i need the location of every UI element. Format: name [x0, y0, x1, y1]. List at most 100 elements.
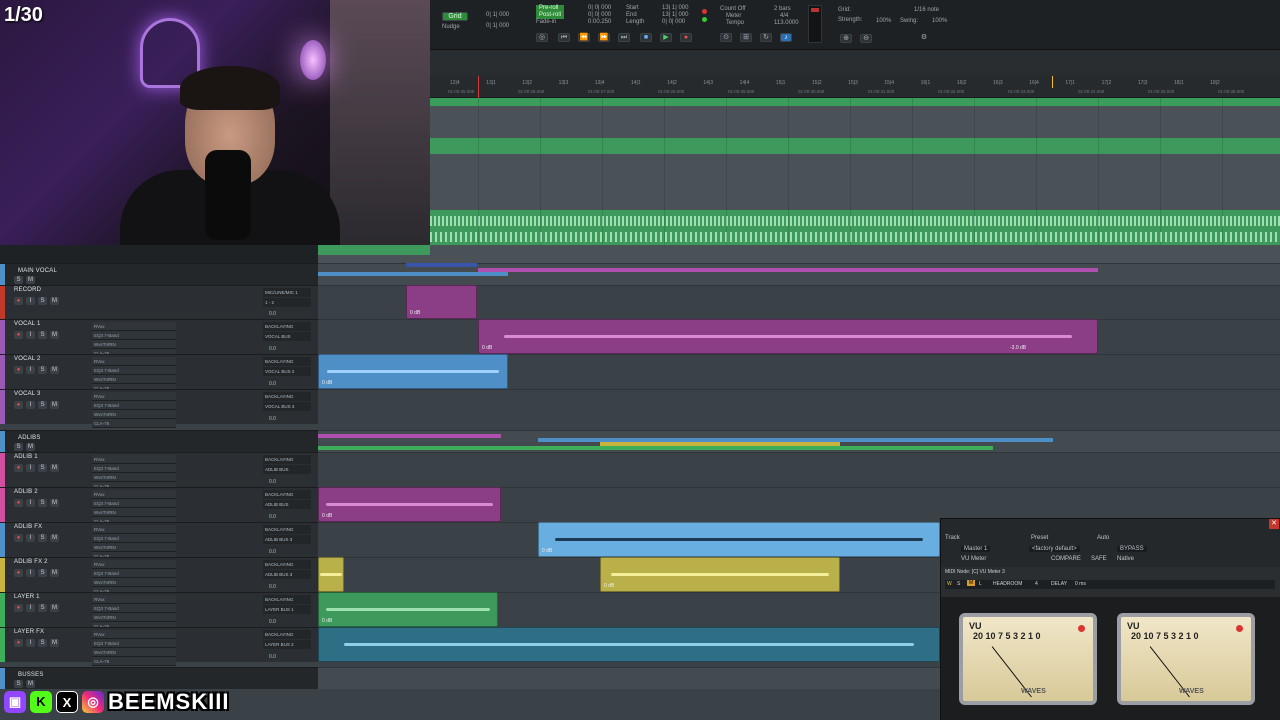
output-selector[interactable]: LAYER BUS 2	[263, 640, 311, 649]
strength-value[interactable]: 100%	[876, 18, 891, 25]
insert-slot[interactable]: EQ3 7-Band	[92, 569, 176, 578]
preroll-value[interactable]: 0| 0| 000	[588, 5, 611, 12]
output-selector[interactable]: LAYER BUS 1	[263, 605, 311, 614]
output-selector[interactable]: VOCAL BUS 2	[263, 367, 311, 376]
solo-button[interactable]: S	[38, 464, 47, 472]
insert-slot[interactable]: RVox	[92, 392, 176, 401]
input-monitor-button[interactable]: I	[26, 464, 35, 472]
end-value[interactable]: 13| 1| 000	[662, 12, 688, 19]
output-selector[interactable]: ADLIB BUS 3	[263, 570, 311, 579]
volume-value[interactable]: 0.0	[269, 311, 276, 317]
insert-slot[interactable]: CLA-76	[92, 657, 176, 666]
mute-button[interactable]: M	[50, 366, 59, 374]
track-name[interactable]: LAYER 1	[14, 594, 40, 600]
vocal-1-end-gain[interactable]: -3.0 dB	[1010, 345, 1026, 351]
track-header[interactable]: VOCAL 2 ●ISM RVoxEQ3 7-BandWvsTnRtNCLA-76 B…	[0, 354, 318, 393]
metronome-icon[interactable]: ♪	[780, 33, 792, 42]
record-enable-button[interactable]: ●	[14, 534, 23, 542]
track-header[interactable]: VOCAL 1 ●ISM RVoxEQ3 7-BandWvsTnRtNCLA-76 B…	[0, 319, 318, 358]
length-value[interactable]: 0| 0| 000	[662, 19, 688, 26]
track-header[interactable]: LAYER FX ● I S M RVox EQ3 7-Band WvsTnRtN CLA-76…	[0, 627, 318, 666]
online-button[interactable]: ◎	[536, 33, 548, 42]
record-enable-button[interactable]: ●	[14, 366, 23, 374]
input-selector[interactable]: MIC/LINE/MIC 1	[263, 288, 311, 297]
folder-solo-button[interactable]: S	[14, 443, 23, 451]
insert-slot[interactable]: EQ3 7-Band	[92, 464, 176, 473]
insert-slot[interactable]: WvsTnRtN	[92, 648, 176, 657]
volume-value[interactable]: 0.0	[269, 416, 276, 422]
track-header[interactable]: ADLIB FX ●ISM RVoxEQ3 7-BandWvsTnRtNCLA-76…	[0, 522, 318, 561]
input-selector[interactable]: BACKLAYING	[263, 490, 311, 499]
record-enable-button[interactable]: ●	[14, 464, 23, 472]
fast-forward-icon[interactable]: ⏩	[598, 33, 610, 42]
insert-slot[interactable]: WvsTnRtN	[92, 473, 176, 482]
mute-button[interactable]: M	[50, 499, 59, 507]
solo-button[interactable]: S	[38, 401, 47, 409]
record-enable-button[interactable]: ●	[14, 401, 23, 409]
input-monitor-button[interactable]: I	[26, 366, 35, 374]
plugin-track-select[interactable]: Master 1	[961, 546, 991, 552]
grid-button[interactable]: Grid	[442, 12, 468, 21]
headroom-value[interactable]: 4	[1035, 581, 1038, 587]
input-selector[interactable]: BACKLAYING	[263, 322, 311, 331]
mute-button[interactable]: M	[50, 401, 59, 409]
layer-1-clip[interactable]: 0 dB	[318, 592, 498, 627]
track-header[interactable]: BUSSES S M	[0, 667, 318, 689]
track-name[interactable]: BUSSES	[18, 672, 44, 678]
input-selector[interactable]: BACKLAYING	[263, 525, 311, 534]
track-lane[interactable]	[318, 389, 1280, 424]
mute-button[interactable]: M	[50, 464, 59, 472]
insert-slot[interactable]: EQ3 7-Band	[92, 401, 176, 410]
input-monitor-button[interactable]: I	[26, 297, 35, 305]
solo-button[interactable]: S	[38, 331, 47, 339]
settings-gear-icon[interactable]: ⚙	[918, 34, 930, 43]
insert-slot[interactable]: WvsTnRtN	[92, 410, 176, 419]
input-monitor-button[interactable]: I	[26, 569, 35, 577]
input-selector[interactable]: BACKLAYING	[263, 560, 311, 569]
compare-button[interactable]: COMPARE	[1051, 556, 1081, 562]
solo-button[interactable]: S	[38, 366, 47, 374]
delay-value[interactable]: 0 ms	[1075, 581, 1086, 587]
plugin-insert-select[interactable]: VU Meter	[961, 556, 986, 562]
volume-value[interactable]: 0.0	[269, 654, 276, 660]
postroll-button[interactable]: Post-roll	[536, 12, 565, 19]
track-name[interactable]: VOCAL 3	[14, 391, 41, 397]
folder-mute-button[interactable]: M	[26, 443, 35, 451]
link-button[interactable]: L	[979, 581, 982, 587]
solo-button[interactable]: S	[38, 499, 47, 507]
insert-slot[interactable]: WvsTnRtN	[92, 543, 176, 552]
insert-slot[interactable]: WvsTnRtN	[92, 578, 176, 587]
insert-slot[interactable]: WvsTnRtN	[92, 508, 176, 517]
solo-button[interactable]: S	[957, 581, 960, 587]
record-enable-button[interactable]: ●	[14, 569, 23, 577]
playhead[interactable]	[478, 76, 479, 98]
clip-gain-label[interactable]: 0 dB	[322, 380, 332, 386]
fadein-button[interactable]: Fade-in	[536, 19, 564, 26]
track-header[interactable]: LAYER 1 ●ISM RVoxEQ3 7-BandWvsTnRtNCLA-76 B…	[0, 592, 318, 631]
tempo-label[interactable]: Tempo	[720, 20, 746, 27]
record-clip[interactable]: 0 dB	[406, 285, 477, 319]
beat-clip[interactable]	[430, 210, 1280, 248]
track-name[interactable]: ADLIB FX	[14, 524, 42, 530]
track-header[interactable]: ADLIB FX 2 ●ISM RVoxEQ3 7-BandWvsTnRtNCLA-…	[0, 557, 318, 596]
meter-value[interactable]: 4/4	[774, 13, 799, 20]
clip-gain-label[interactable]: 0 dB	[542, 548, 552, 554]
input-selector[interactable]: BACKLAYING	[263, 392, 311, 401]
play-icon[interactable]: ▶	[660, 33, 672, 42]
input-monitor-button[interactable]: I	[26, 639, 35, 647]
volume-value[interactable]: 0.0	[269, 549, 276, 555]
track-name[interactable]: ADLIB 1	[14, 454, 38, 460]
output-selector[interactable]: VOCAL BUS	[263, 332, 311, 341]
input-monitor-button[interactable]: I	[26, 401, 35, 409]
zoom-out-icon[interactable]: ⊖	[860, 34, 872, 43]
volume-value[interactable]: 0.0	[269, 479, 276, 485]
solo-button[interactable]: S	[38, 604, 47, 612]
insert-slot[interactable]: EQ3 7-Band	[92, 534, 176, 543]
insert-slot[interactable]: EQ3 7-Band	[92, 604, 176, 613]
insert-slot[interactable]: RVox	[92, 560, 176, 569]
mute-button[interactable]: M	[50, 639, 59, 647]
count-off-value[interactable]: 2 bars	[774, 6, 799, 13]
input-monitor-button[interactable]: I	[26, 499, 35, 507]
clip-gain-label[interactable]: 0 dB	[322, 513, 332, 519]
insert-slot[interactable]: RVox	[92, 630, 176, 639]
